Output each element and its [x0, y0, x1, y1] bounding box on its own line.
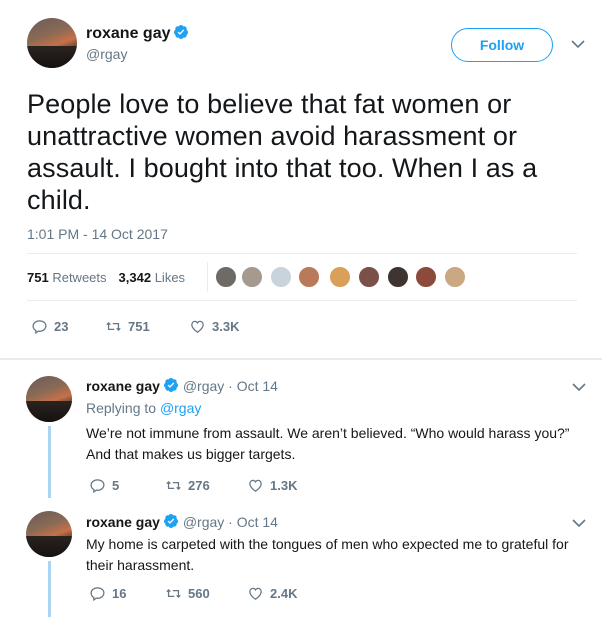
- reply-header: roxane gay @rgay · Oct 14: [86, 513, 278, 530]
- retweets-stat[interactable]: 751 Retweets: [27, 270, 107, 285]
- like-button[interactable]: 2.4K: [247, 585, 297, 602]
- liker-avatar[interactable]: [214, 265, 238, 289]
- author-name-text[interactable]: roxane gay: [86, 25, 170, 42]
- reply-count: 16: [112, 586, 127, 601]
- stats-separator: [207, 262, 208, 292]
- author-handle-time[interactable]: @rgay · Oct 14: [183, 378, 278, 394]
- thread-line: [48, 561, 51, 617]
- likes-stat[interactable]: 3,342 Likes: [119, 270, 186, 285]
- author-handle[interactable]: @rgay: [86, 46, 127, 62]
- tweet-text: My home is carpeted with the tongues of …: [86, 536, 569, 573]
- author-handle-time[interactable]: @rgay · Oct 14: [183, 514, 278, 530]
- liker-avatar[interactable]: [240, 265, 264, 289]
- likes-label: Likes: [154, 270, 186, 285]
- follow-button[interactable]: Follow: [451, 28, 553, 62]
- like-icon: [249, 587, 262, 600]
- chevron-down-icon[interactable]: [571, 39, 585, 49]
- retweets-count: 751: [27, 270, 49, 285]
- retweet-count: 276: [188, 478, 210, 493]
- tweet-stats: 751 Retweets 3,342 Likes: [27, 270, 185, 285]
- reply-count: 23: [54, 319, 69, 334]
- chevron-down-icon[interactable]: [572, 518, 586, 528]
- reply-tweet[interactable]: roxane gay @rgay · Oct 14 My home is car…: [0, 498, 602, 617]
- replying-label: Replying to: [86, 400, 160, 416]
- divider: [27, 253, 577, 254]
- liker-avatar[interactable]: [357, 265, 381, 289]
- retweet-icon: [166, 481, 181, 490]
- avatar[interactable]: [26, 376, 72, 422]
- reply-tweet[interactable]: roxane gay @rgay · Oct 14 Replying to @r…: [0, 360, 602, 498]
- replying-to-link[interactable]: @rgay: [160, 400, 201, 416]
- liker-avatar[interactable]: [386, 265, 410, 289]
- like-icon: [249, 479, 262, 492]
- avatar[interactable]: [26, 511, 72, 557]
- retweet-count: 751: [128, 319, 150, 334]
- retweet-icon: [106, 322, 121, 331]
- tweet-text: People love to believe that fat women or…: [27, 89, 538, 215]
- tweet-actions: 23 751 3.3K: [31, 318, 239, 335]
- liker-avatar[interactable]: [269, 265, 293, 289]
- like-button[interactable]: 3.3K: [189, 318, 239, 335]
- author-name[interactable]: roxane gay: [86, 378, 160, 394]
- tweet-text: We’re not immune from assault. We aren’t…: [86, 425, 570, 462]
- divider: [27, 300, 577, 301]
- like-icon: [191, 320, 204, 333]
- liker-avatar[interactable]: [443, 265, 467, 289]
- author-name[interactable]: roxane gay: [86, 24, 189, 43]
- reply-icon: [90, 479, 105, 494]
- retweets-label: Retweets: [52, 270, 107, 285]
- liker-avatar[interactable]: [297, 265, 321, 289]
- like-button[interactable]: 1.3K: [247, 477, 297, 494]
- verified-icon: [163, 514, 178, 528]
- like-count: 1.3K: [270, 478, 298, 493]
- like-count: 3.3K: [212, 319, 240, 334]
- retweet-button[interactable]: 751: [105, 318, 189, 335]
- reply-count: 5: [112, 478, 120, 493]
- reply-icon: [32, 320, 47, 335]
- retweet-icon: [166, 589, 181, 598]
- retweet-count: 560: [188, 586, 210, 601]
- like-count: 2.4K: [270, 586, 298, 601]
- avatar[interactable]: [27, 18, 77, 68]
- retweet-button[interactable]: 276: [165, 477, 247, 494]
- reply-button[interactable]: 5: [89, 477, 165, 494]
- reply-header: roxane gay @rgay · Oct 14: [86, 377, 278, 394]
- main-tweet: roxane gay @rgay Follow People love to b…: [0, 0, 602, 358]
- verified-icon: [174, 25, 189, 39]
- liker-avatar[interactable]: [414, 265, 438, 289]
- verified-icon: [163, 378, 178, 392]
- retweet-button[interactable]: 560: [165, 585, 247, 602]
- replying-to: Replying to @rgay: [86, 400, 201, 416]
- tweet-actions: 16 560 2.4K: [89, 585, 297, 602]
- thread-line: [48, 426, 51, 498]
- liker-avatar[interactable]: [328, 265, 352, 289]
- likes-count: 3,342: [118, 270, 152, 285]
- reply-icon: [90, 587, 105, 602]
- author-name[interactable]: roxane gay: [86, 514, 160, 530]
- chevron-down-icon[interactable]: [572, 382, 586, 392]
- tweet-timestamp[interactable]: 1:01 PM - 14 Oct 2017: [27, 226, 168, 242]
- reply-button[interactable]: 23: [31, 318, 105, 335]
- reply-button[interactable]: 16: [89, 585, 165, 602]
- tweet-actions: 5 276 1.3K: [89, 477, 297, 494]
